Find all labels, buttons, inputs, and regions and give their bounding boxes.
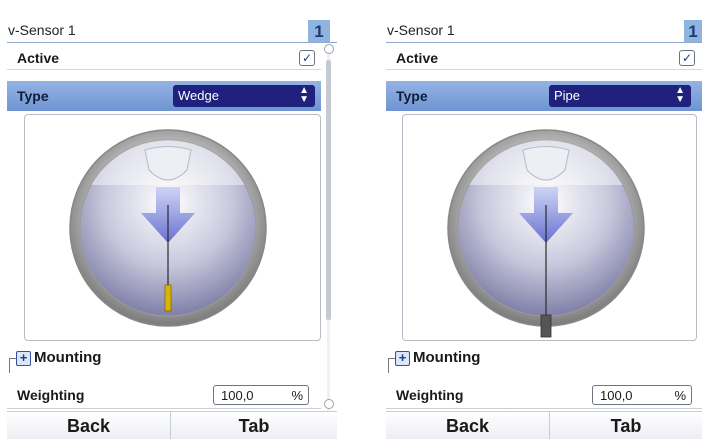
tab-button[interactable]: Tab xyxy=(171,411,337,439)
up-down-arrows-icon: ▲ ▼ xyxy=(675,85,685,105)
weighting-input[interactable]: 100,0 % xyxy=(213,385,309,405)
weighting-input[interactable]: 100,0 % xyxy=(592,385,692,405)
title-bar: v-Sensor 1 1 xyxy=(386,20,702,43)
back-button[interactable]: Back xyxy=(386,411,550,439)
checkmark-icon: ✓ xyxy=(681,51,693,65)
panel-title: v-Sensor 1 xyxy=(387,22,455,38)
title-divider xyxy=(386,42,702,43)
scroll-down-icon[interactable] xyxy=(324,399,334,409)
active-checkbox[interactable]: ✓ xyxy=(679,50,695,66)
scroll-up-icon[interactable] xyxy=(324,44,334,54)
title-bar: v-Sensor 1 1 xyxy=(7,20,337,43)
vertical-scrollbar[interactable] xyxy=(323,44,334,414)
sensor-illustration-box xyxy=(402,114,697,341)
type-select-value: Wedge xyxy=(178,88,219,103)
active-label: Active xyxy=(17,50,60,66)
weighting-row: Weighting 100,0 % xyxy=(386,381,702,409)
weighting-label: Weighting xyxy=(17,387,85,403)
mounting-section[interactable]: + Mounting xyxy=(386,346,546,373)
active-checkbox[interactable]: ✓ xyxy=(299,50,315,66)
type-row[interactable]: Type Pipe ▲ ▼ xyxy=(386,81,702,111)
plus-icon[interactable]: + xyxy=(16,351,31,366)
sensor-illustration-box xyxy=(24,114,321,341)
mounting-label: Mounting xyxy=(34,349,102,366)
type-row[interactable]: Type Wedge ▲ ▼ xyxy=(7,81,321,111)
tab-button[interactable]: Tab xyxy=(550,411,702,439)
weighting-unit: % xyxy=(291,388,303,403)
button-bar: Back Tab xyxy=(7,411,337,439)
sensor-pipe-illustration xyxy=(447,129,645,338)
scrollbar-thumb[interactable] xyxy=(326,60,331,320)
type-label: Type xyxy=(396,88,428,104)
type-select-value: Pipe xyxy=(554,88,581,103)
back-button[interactable]: Back xyxy=(7,411,171,439)
sensor-number-badge: 1 xyxy=(308,20,330,43)
weighting-label: Weighting xyxy=(396,387,464,403)
sensor-wedge-illustration xyxy=(69,129,267,327)
type-label: Type xyxy=(17,88,49,104)
panel-title: v-Sensor 1 xyxy=(8,22,76,38)
left-panel: v-Sensor 1 1 Active ✓ Type Wedge ▲ ▼ + M… xyxy=(7,0,337,439)
right-panel: v-Sensor 1 1 Active ✓ Type Pipe ▲ ▼ + Mo… xyxy=(386,0,702,439)
plus-icon[interactable]: + xyxy=(395,351,410,366)
sensor-number-badge: 1 xyxy=(684,20,702,43)
type-select[interactable]: Pipe ▲ ▼ xyxy=(549,85,691,107)
button-bar: Back Tab xyxy=(386,411,702,439)
weighting-unit: % xyxy=(674,388,686,403)
weighting-row: Weighting 100,0 % xyxy=(7,381,321,409)
active-label: Active xyxy=(396,50,439,66)
up-down-arrows-icon: ▲ ▼ xyxy=(299,85,309,105)
active-row[interactable]: Active ✓ xyxy=(386,46,702,70)
title-divider xyxy=(7,42,337,43)
weighting-value: 100,0 xyxy=(600,388,633,403)
checkmark-icon: ✓ xyxy=(301,51,313,65)
type-select[interactable]: Wedge ▲ ▼ xyxy=(173,85,315,107)
mounting-label: Mounting xyxy=(413,349,481,366)
weighting-value: 100,0 xyxy=(221,388,254,403)
mounting-section[interactable]: + Mounting xyxy=(7,346,167,373)
active-row[interactable]: Active ✓ xyxy=(7,46,321,70)
